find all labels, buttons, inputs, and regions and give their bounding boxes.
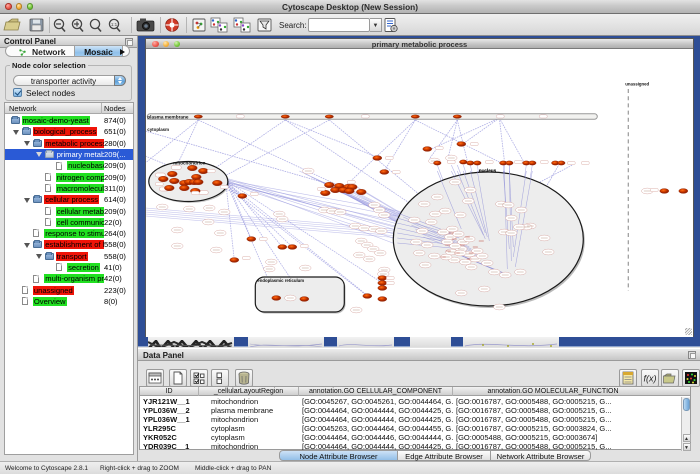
svg-text:1:1: 1:1 [111,22,118,27]
svg-text:endoplasmic reticulum: endoplasmic reticulum [257,278,304,283]
svg-text:mitochondrion: mitochondrion [173,161,205,166]
svg-text:unassigned: unassigned [625,82,649,87]
svg-text:cytoplasm: cytoplasm [147,127,169,132]
svg-text:nucleus: nucleus [479,168,497,173]
svg-text:f(x): f(x) [644,374,657,384]
svg-text:plasma membrane: plasma membrane [147,114,189,119]
